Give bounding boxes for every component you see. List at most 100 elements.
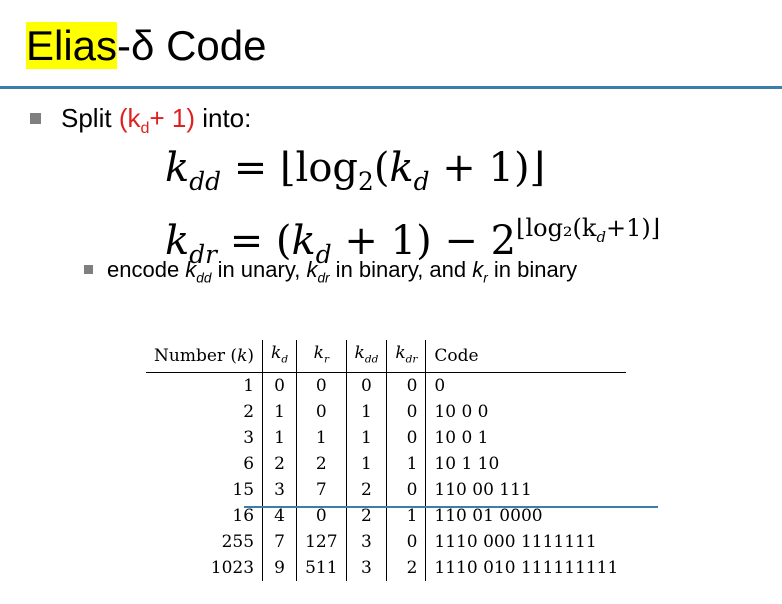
header-number: Number (k): [146, 340, 263, 374]
header-kd-var: k: [271, 343, 282, 363]
cell-kr: 7: [296, 477, 347, 504]
eq1-rhs-end: + 1)⌋: [429, 145, 546, 191]
header-kdd-sub: dd: [364, 353, 379, 366]
cell-number: 6: [243, 454, 255, 475]
cell-kdr: 0: [386, 477, 426, 504]
title-rest: -δ Code: [117, 22, 267, 69]
header-kdr: kdr: [386, 340, 426, 374]
table-row: 2 1 0 1 0 10 0 0: [146, 399, 627, 426]
cell-code: 1110 000 1111111: [425, 529, 627, 556]
eq1-lhs-var: k: [165, 145, 190, 191]
cell-code: 10 0 1: [425, 425, 627, 452]
encode-kdr-sub: dr: [317, 270, 330, 286]
cell-kdr: 0: [386, 399, 426, 426]
cell-kdd: 1: [345, 451, 387, 478]
cell-code: 110 00 111: [425, 477, 627, 504]
header-kdr-sub: dr: [405, 353, 418, 366]
eq2-exp-end: +1)⌋: [606, 214, 661, 242]
cell-kr: 0: [296, 372, 347, 400]
table-row: 1023 9 511 3 2 1110 010 111111111: [146, 555, 627, 582]
eq2-exp-text: ⌊log₂(k: [516, 214, 597, 242]
encode-text-2: in unary,: [211, 257, 307, 282]
encode-text-3: in binary, and: [329, 257, 473, 282]
title-underline: [0, 86, 782, 89]
cell-kdd: 3: [345, 529, 387, 556]
header-number-text: Number (: [154, 346, 238, 367]
cell-number: 255: [221, 532, 255, 553]
bullet-split-suffix: into:: [194, 103, 252, 133]
kd-plus-one: (kd+ 1): [118, 103, 195, 137]
table-header-row: Number (k) kd kr kdd kdr Code: [146, 340, 627, 374]
encode-text-1: encode: [107, 257, 186, 282]
cell-kdd: 1: [345, 425, 387, 452]
cell-number: 1023: [210, 558, 255, 579]
kd-paren-open: (k: [118, 103, 141, 133]
header-kdr-var: k: [395, 343, 406, 363]
eq2-exponent: ⌊log₂(kd+1)⌋: [516, 214, 661, 246]
slide-title: Elias-δ Code: [26, 20, 267, 72]
bullet-square-icon: [30, 112, 41, 124]
header-kr: kr: [296, 340, 347, 374]
cell-number: 3: [243, 428, 255, 449]
cell-kr: 0: [296, 399, 347, 426]
cell-kdd: 0: [345, 372, 387, 400]
encode-kdd-var: k: [185, 257, 197, 282]
title-highlight: Elias: [26, 22, 118, 69]
kd-paren-close: + 1): [149, 103, 195, 133]
cell-kdr: 0: [386, 529, 426, 556]
bullet-split-prefix: Split: [61, 103, 119, 133]
header-kdd-var: k: [354, 343, 365, 363]
header-code: Code: [425, 340, 627, 374]
eq1-paren: (: [373, 145, 390, 191]
bullet-encode: encode kdd in unary, kdr in binary, and …: [84, 255, 577, 293]
header-kdd: kdd: [345, 340, 387, 374]
table-row: 15 3 7 2 0 110 00 111: [146, 477, 627, 504]
bullet-split: Split (kd+ 1) into:: [30, 102, 251, 144]
table-body: 1 0 0 0 0 0 2 1 0 1 0 10 0 0 3 1 1 1 0 10 0 1 6 2 2 1 1 10 1 10…: [146, 372, 627, 582]
cell-kd: 0: [262, 372, 297, 400]
eq1-log-base: 2: [358, 167, 374, 196]
cell-number: 1: [243, 376, 255, 397]
cell-number: 15: [232, 480, 255, 501]
cell-kd: 7: [262, 529, 297, 556]
header-kr-sub: r: [323, 353, 329, 366]
cell-kd: 2: [262, 451, 297, 478]
cell-kdd: 1: [345, 399, 387, 426]
cell-code: 10 0 0: [425, 399, 627, 426]
cell-kr: 1: [296, 425, 347, 452]
header-kd-sub: d: [281, 353, 289, 366]
encode-kdd-sub: dd: [196, 270, 212, 286]
eq1-rhs-var: k: [389, 145, 414, 191]
cell-kdr: 2: [386, 555, 426, 582]
cell-number: 2: [243, 402, 255, 423]
table-row: 100000: [146, 372, 627, 400]
cell-kd: 9: [262, 555, 297, 582]
cell-code: 10 1 10: [425, 451, 627, 478]
cell-kdr: 1: [386, 451, 426, 478]
cell-kr: 2: [296, 451, 347, 478]
cell-kd: 1: [262, 425, 297, 452]
encode-kr-var: k: [472, 257, 484, 282]
eq1-rhs: = ⌊log: [221, 145, 359, 191]
encode-text-4: in binary: [487, 257, 578, 282]
cell-code: 1110 010 111111111: [425, 555, 627, 582]
table-divider-line: [244, 506, 658, 508]
table-row: 6 2 2 1 1 10 1 10: [146, 451, 627, 478]
eq1-rhs-var-sub: d: [413, 167, 430, 196]
cell-kdr: 0: [386, 372, 426, 400]
table-row: 255 7 127 3 0 1110 000 1111111: [146, 529, 627, 556]
header-number-var: k: [237, 346, 248, 367]
cell-code: 0: [425, 372, 627, 400]
cell-kdr: 0: [386, 425, 426, 452]
cell-kd: 3: [262, 477, 297, 504]
cell-kd: 1: [262, 399, 297, 426]
cell-kdd: 3: [345, 555, 387, 582]
eq2-exp-sub: d: [596, 227, 606, 246]
cell-kdd: 2: [345, 477, 387, 504]
cell-kr: 511: [296, 555, 347, 582]
header-number-close: ): [247, 346, 255, 367]
equation-kdd: kdd = ⌊log2(kd + 1)⌋: [165, 146, 545, 204]
elias-delta-table: Number (k) kd kr kdd kdr Code 1000002101…: [146, 340, 627, 582]
table-row: 3 1 1 1 0 10 0 1: [146, 425, 627, 452]
sub-bullet-square-icon: [84, 264, 93, 274]
